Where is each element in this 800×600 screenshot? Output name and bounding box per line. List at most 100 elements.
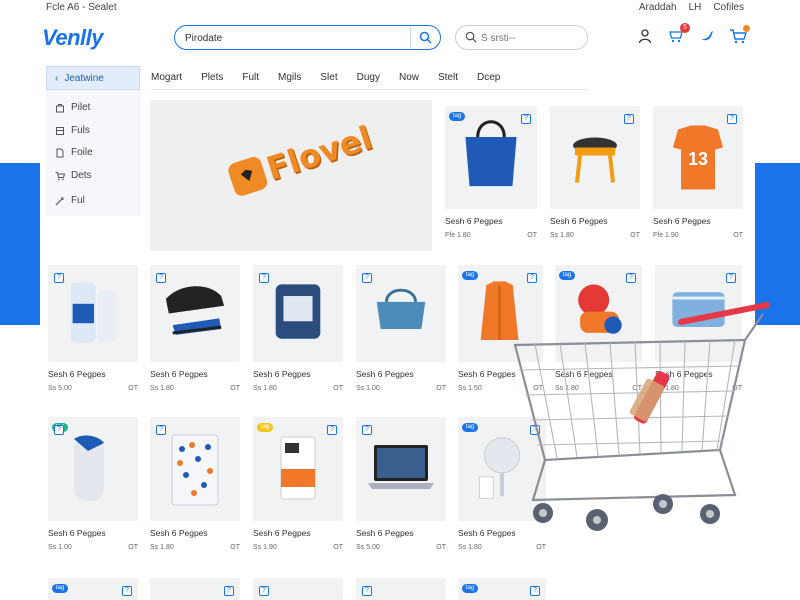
wishlist-icon[interactable]: 5	[667, 23, 690, 45]
product-name[interactable]: Sesh 6 Pegpes	[253, 528, 311, 538]
quick-view-icon[interactable]: ?	[54, 425, 64, 435]
brand-logo[interactable]: Venlly	[42, 25, 104, 51]
quick-view-icon[interactable]: ?	[224, 586, 234, 596]
quick-view-icon[interactable]: ?	[54, 273, 64, 283]
wishlist-badge: 5	[680, 23, 690, 33]
product-badge: tag	[449, 112, 465, 121]
quick-view-icon[interactable]: ?	[624, 114, 634, 124]
sidebar-item-label: Fuls	[71, 125, 90, 136]
quick-view-icon[interactable]: ?	[259, 273, 269, 283]
product-price: Ss 1.80	[550, 232, 574, 239]
product-price-tail: OT	[536, 544, 546, 551]
product-price-tail: OT	[436, 544, 446, 551]
product-name[interactable]: Sesh 6 Pegpes	[653, 216, 711, 226]
nav-category-6[interactable]: Now	[399, 72, 419, 83]
product-price: Ss 1.50	[458, 385, 482, 392]
product-price-tail: OT	[527, 232, 537, 239]
box-icon	[56, 126, 64, 135]
account-icon[interactable]	[636, 27, 654, 45]
blue-band-left	[0, 163, 40, 325]
file-icon	[56, 148, 64, 157]
main-search	[174, 25, 441, 50]
product-name[interactable]: Sesh 6 Pegpes	[48, 528, 106, 538]
cart-dot	[743, 25, 750, 32]
jersey-number: 13	[687, 149, 709, 169]
category-nav: Mogart Plets Fult Mgils Slet Dugy Now St…	[151, 66, 588, 90]
search-icon	[465, 31, 477, 43]
hero-banner[interactable]: Flovel	[150, 100, 432, 251]
sidebar-item-3[interactable]: Dets	[55, 170, 92, 181]
nav-category-2[interactable]: Fult	[242, 72, 259, 83]
sidebar-item-label: Foile	[71, 147, 93, 158]
top-bar-left-text[interactable]: Fcle A6 - Sealet	[46, 2, 117, 13]
product-price-tail: OT	[630, 232, 640, 239]
product-price-tail: OT	[230, 544, 240, 551]
search-button[interactable]	[410, 26, 440, 48]
quick-view-icon[interactable]: ?	[122, 586, 132, 596]
quick-view-icon[interactable]: ?	[527, 273, 537, 283]
nav-category-5[interactable]: Dugy	[357, 72, 380, 83]
social-icon[interactable]	[698, 27, 716, 45]
nav-category-3[interactable]: Mgils	[278, 72, 301, 83]
top-bar: Fcle A6 - Sealet Araddah LH Cofiles	[0, 0, 800, 16]
sidebar-item-4[interactable]: Ful	[55, 195, 85, 206]
top-link-0[interactable]: Araddah	[639, 2, 677, 13]
product-price: Ss 1.00	[356, 385, 380, 392]
chevron-left-icon: ‹	[55, 72, 59, 84]
sidebar-item-2[interactable]: Foile	[55, 147, 93, 158]
nav-category-4[interactable]: Slet	[320, 72, 337, 83]
product-price: Ss 1.80	[458, 544, 482, 551]
quick-view-icon[interactable]: ?	[362, 273, 372, 283]
product-price-tail: OT	[128, 544, 138, 551]
sidebar-item-label: Ful	[71, 195, 85, 206]
sidebar-item-1[interactable]: Fuls	[55, 125, 90, 136]
quick-view-icon[interactable]: ?	[362, 586, 372, 596]
cart-icon[interactable]	[729, 25, 750, 45]
product-name[interactable]: Sesh 6 Pegpes	[550, 216, 608, 226]
product-price-tail: OT	[333, 385, 343, 392]
nav-category-8[interactable]: Dcep	[477, 72, 500, 83]
product-price: Ss 1.80	[150, 544, 174, 551]
quick-view-icon[interactable]: ?	[726, 273, 736, 283]
top-link-2[interactable]: Cofiles	[713, 2, 744, 13]
shopping-cart-illustration	[513, 302, 770, 531]
quick-view-icon[interactable]: ?	[521, 114, 531, 124]
hero-brand-text: Flovel	[261, 118, 377, 188]
nav-category-0[interactable]: Mogart	[151, 72, 182, 83]
nav-category-1[interactable]: Plets	[201, 72, 223, 83]
product-price: Ss 1.00	[48, 544, 72, 551]
quick-view-icon[interactable]: ?	[626, 273, 636, 283]
product-name[interactable]: Sesh 6 Pegpes	[48, 369, 106, 379]
product-price: Ffe 1.80	[445, 232, 471, 239]
product-name[interactable]: Sesh 6 Pegpes	[445, 216, 503, 226]
product-price-tail: OT	[333, 544, 343, 551]
product-name[interactable]: Sesh 6 Pegpes	[150, 369, 208, 379]
search-input[interactable]	[185, 29, 410, 47]
product-name[interactable]: Sesh 6 Pegpes	[356, 369, 414, 379]
sidebar-item-label: Pilet	[71, 102, 91, 113]
product-price-tail: OT	[733, 232, 743, 239]
quick-view-icon[interactable]: ?	[362, 425, 372, 435]
quick-view-icon[interactable]: ?	[156, 273, 166, 283]
product-name[interactable]: Sesh 6 Pegpes	[253, 369, 311, 379]
product-badge: tag	[462, 423, 478, 432]
secondary-search-input[interactable]	[481, 29, 581, 47]
quick-view-icon[interactable]: ?	[327, 425, 337, 435]
product-badge: tag	[559, 271, 575, 280]
product-price: Ss 5.00	[48, 385, 72, 392]
sidebar-header[interactable]: ‹ Jeatwine	[46, 66, 140, 90]
sidebar-item-label: Dets	[71, 170, 92, 181]
quick-view-icon[interactable]: ?	[530, 586, 540, 596]
top-link-1[interactable]: LH	[689, 2, 702, 13]
quick-view-icon[interactable]: ?	[156, 425, 166, 435]
nav-category-7[interactable]: Stelt	[438, 72, 458, 83]
sidebar-item-0[interactable]: Pilet	[55, 102, 90, 113]
quick-view-icon[interactable]: ?	[727, 114, 737, 124]
search-icon	[419, 31, 432, 44]
quick-view-icon[interactable]: ?	[259, 586, 269, 596]
sidebar-header-label: Jeatwine	[64, 72, 104, 84]
product-name[interactable]: Sesh 6 Pegpes	[150, 528, 208, 538]
product-name[interactable]: Sesh 6 Pegpes	[356, 528, 414, 538]
product-price: Ss 1.80	[150, 385, 174, 392]
hero-brand-logo: Flovel	[226, 118, 377, 199]
